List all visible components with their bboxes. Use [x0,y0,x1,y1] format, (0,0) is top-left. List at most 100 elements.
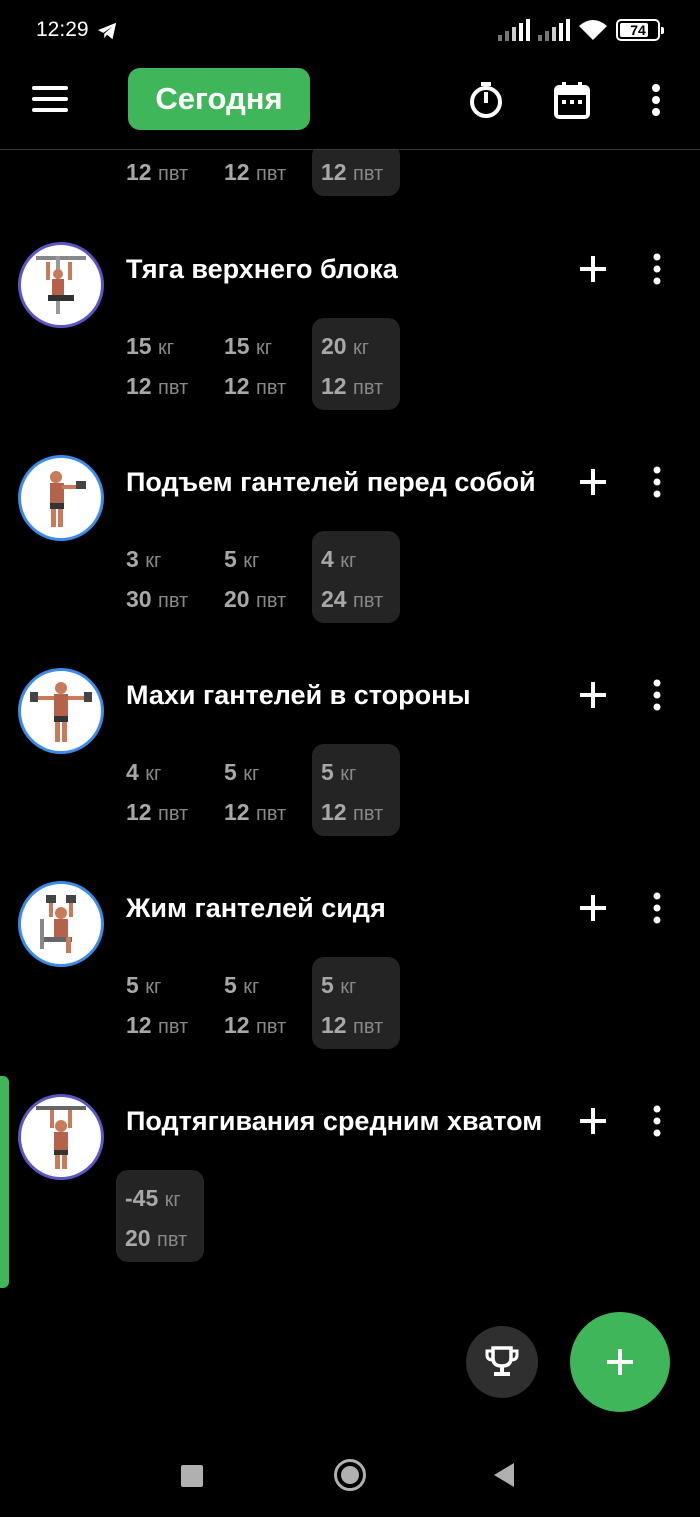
telegram-icon [97,22,117,40]
set-reps: 30 пвт [126,586,189,612]
set-cell-latest[interactable]: 20 кг 12 пвт [312,318,400,410]
seated-press-figure-icon [40,895,76,953]
set-weight: 4 кг [321,546,357,572]
exercise-more-icon[interactable] [640,1104,674,1138]
set-cell-latest[interactable]: -45 кг 20 пвт [116,1170,204,1262]
add-set-icon[interactable] [576,678,610,712]
set-reps: 12 пвт [126,373,189,399]
set-cell-latest[interactable]: 4 кг 24 пвт [312,531,400,623]
battery-icon: 74 [616,19,664,41]
exercise-avatar [18,668,104,754]
set-reps: 12 пвт [224,799,287,825]
add-set-icon[interactable] [576,1104,610,1138]
exercise-name[interactable]: Тяга верхнего блока [126,254,398,285]
set-reps: 12 пвт [224,1012,287,1038]
set-reps: 12 пвт [126,159,189,185]
set-reps: 12 пвт [126,799,189,825]
front-raise-figure-icon [50,471,86,527]
add-exercise-button[interactable] [570,1312,670,1412]
set-reps: 24 пвт [321,586,384,612]
set-cell[interactable]: 12 пвт [224,152,314,192]
signal-icon [498,19,530,41]
exercise-list: 12 пвт 12 пвт 12 пвт Тяга верхнего блока… [0,150,700,1300]
exercise-card[interactable]: Махи гантелей в стороны 4 кг 12 пвт 5 кг… [0,666,700,879]
add-set-icon[interactable] [576,465,610,499]
exercise-card-active[interactable]: Подтягивания средним хватом -45 кг 20 пв… [0,1092,700,1300]
set-reps: 20 пвт [224,586,287,612]
set-cell-latest[interactable]: 5 кг 12 пвт [312,957,400,1049]
exercise-avatar [18,455,104,541]
set-reps: 12 пвт [321,159,384,185]
system-nav-bar [0,1430,700,1517]
set-reps: 12 пвт [126,1012,189,1038]
plus-icon [607,1349,633,1375]
set-cell[interactable]: 3 кг 30 пвт [126,539,216,619]
app-bar: Сегодня [0,62,700,150]
set-weight: 15 кг [224,333,273,359]
set-weight: 5 кг [224,546,260,572]
more-options-icon[interactable] [636,80,676,120]
exercise-name[interactable]: Жим гантелей сидя [126,893,386,924]
set-cell[interactable]: 15 кг 12 пвт [126,326,216,406]
set-cell-latest[interactable]: 12 пвт [312,150,400,196]
set-cell[interactable]: 5 кг 12 пвт [126,965,216,1045]
set-weight: 5 кг [126,972,162,998]
exercise-name[interactable]: Подъем гантелей перед собой [126,467,536,498]
exercise-card[interactable]: Жим гантелей сидя 5 кг 12 пвт 5 кг 12 пв… [0,879,700,1092]
exercise-avatar [18,881,104,967]
add-set-icon[interactable] [576,252,610,286]
set-weight: 20 кг [321,333,370,359]
exercise-more-icon[interactable] [640,678,674,712]
set-reps: 12 пвт [321,373,384,399]
set-cell[interactable]: 5 кг 12 пвт [224,965,314,1045]
back-button[interactable] [494,1463,514,1487]
status-icons: 74 [498,18,664,42]
exercise-more-icon[interactable] [640,891,674,925]
status-bar: 12:29 74 [0,0,700,62]
status-time: 12:29 [36,18,89,41]
set-weight: -45 кг [125,1185,181,1211]
set-cell[interactable]: 5 кг 20 пвт [224,539,314,619]
calendar-icon[interactable] [552,80,592,120]
active-exercise-indicator [0,1076,9,1288]
add-set-icon[interactable] [576,891,610,925]
set-reps: 12 пвт [224,159,287,185]
wifi-icon [579,20,607,40]
battery-level: 74 [630,22,646,38]
exercise-card[interactable]: Подъем гантелей перед собой 3 кг 30 пвт … [0,453,700,666]
set-weight: 4 кг [126,759,162,785]
set-weight: 15 кг [126,333,175,359]
set-cell[interactable]: 4 кг 12 пвт [126,752,216,832]
exercise-more-icon[interactable] [640,465,674,499]
set-weight: 5 кг [321,972,357,998]
set-weight: 5 кг [321,759,357,785]
set-cell-latest[interactable]: 5 кг 12 пвт [312,744,400,836]
set-cell[interactable]: 12 пвт [126,152,216,192]
exercise-name[interactable]: Подтягивания средним хватом [126,1106,542,1137]
menu-icon[interactable] [32,86,68,116]
set-weight: 5 кг [224,972,260,998]
trophy-icon [485,1346,519,1376]
set-reps: 12 пвт [224,373,287,399]
records-button[interactable] [466,1326,538,1398]
set-reps: 20 пвт [125,1225,188,1251]
signal-icon-2 [538,19,570,41]
recents-button[interactable] [181,1465,203,1487]
exercise-avatar [18,242,104,328]
home-button[interactable] [334,1459,366,1491]
exercise-more-icon[interactable] [640,252,674,286]
set-weight: 3 кг [126,546,162,572]
lateral-raise-figure-icon [30,682,92,742]
today-button[interactable]: Сегодня [128,68,310,130]
set-weight: 5 кг [224,759,260,785]
set-reps: 12 пвт [321,799,384,825]
lat-pulldown-figure-icon [36,256,86,314]
exercise-card[interactable]: Тяга верхнего блока 15 кг 12 пвт 15 кг 1… [0,240,700,453]
timer-icon[interactable] [466,80,506,120]
pull-up-figure-icon [36,1106,86,1169]
exercise-name[interactable]: Махи гантелей в стороны [126,680,471,711]
set-cell[interactable]: 15 кг 12 пвт [224,326,314,406]
exercise-avatar [18,1094,104,1180]
set-reps: 12 пвт [321,1012,384,1038]
set-cell[interactable]: 5 кг 12 пвт [224,752,314,832]
